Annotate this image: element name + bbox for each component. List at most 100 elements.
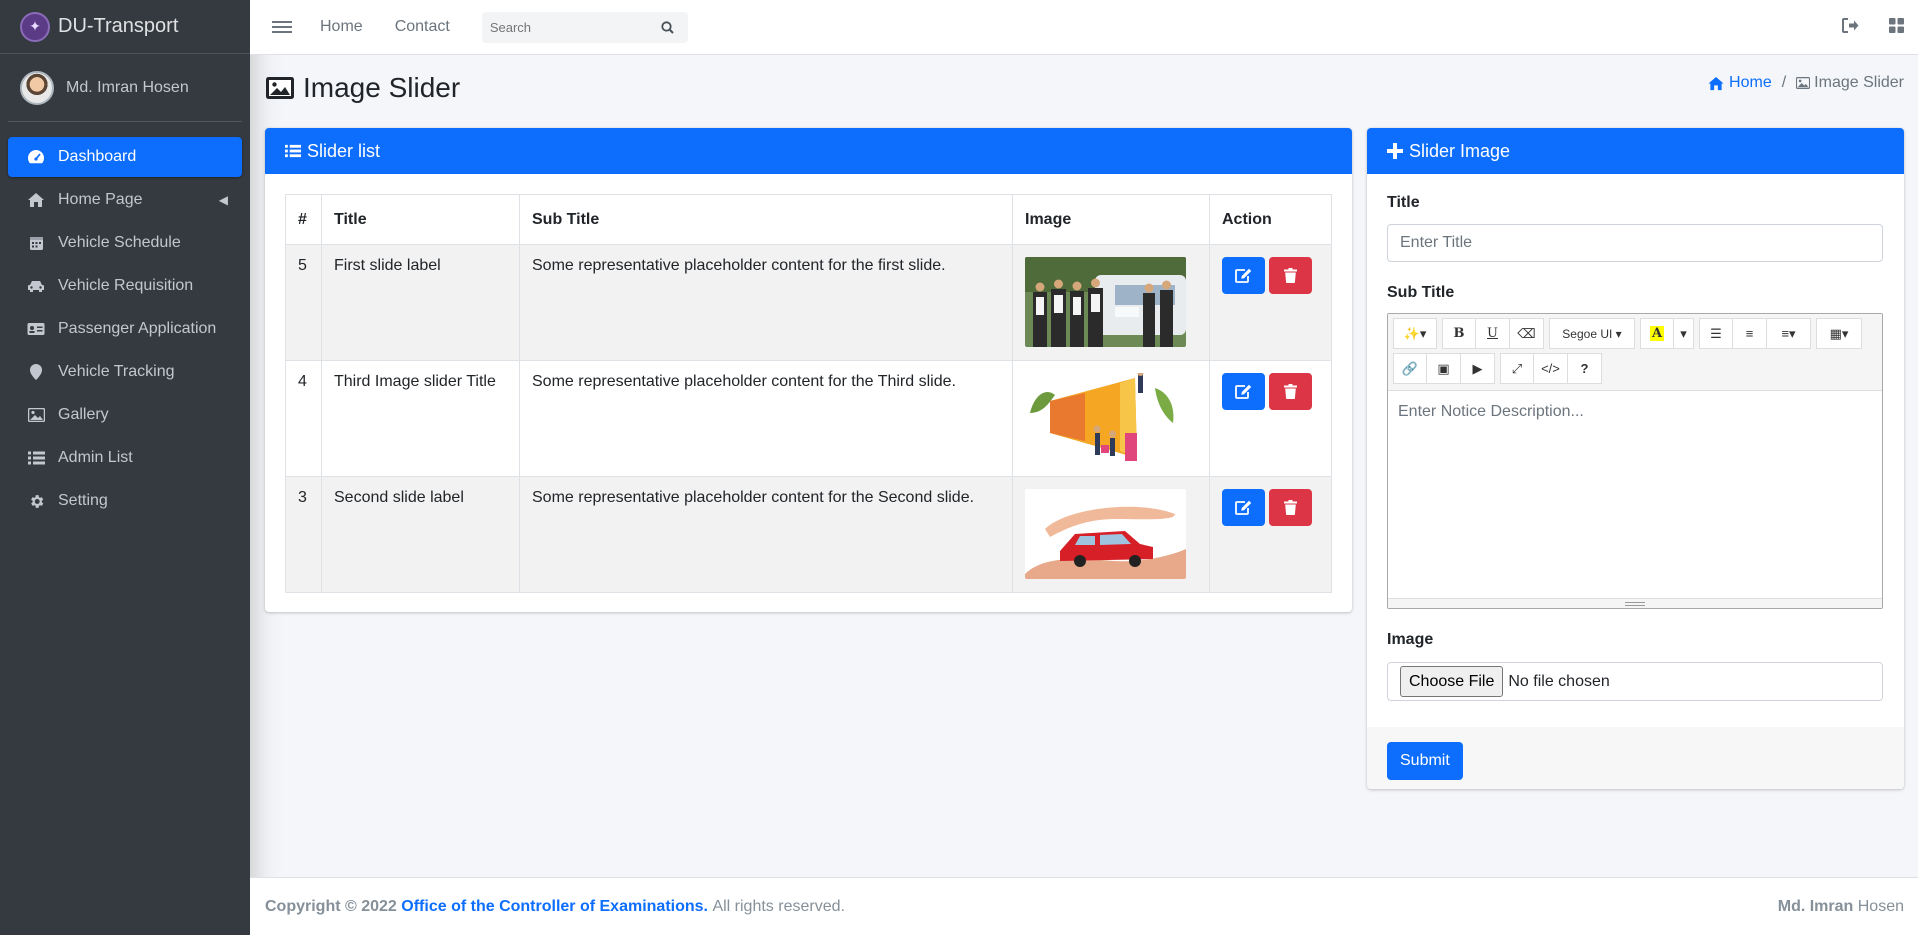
edit-button[interactable]	[1222, 373, 1265, 410]
sidebar-item-vehicle-schedule[interactable]: Vehicle Schedule	[8, 223, 242, 263]
magic-style-icon[interactable]: ✨▾	[1393, 318, 1437, 349]
slider-image-title: Slider Image	[1409, 140, 1511, 161]
file-status: No file chosen	[1508, 672, 1610, 690]
chevron-left-icon: ◀	[218, 193, 228, 207]
submit-button[interactable]: Submit	[1387, 742, 1463, 780]
author-name-rest: Hosen	[1857, 897, 1904, 915]
sidebar-item-label: Dashboard	[58, 148, 137, 165]
search-input[interactable]	[481, 19, 652, 35]
row-title: Third Image slider Title	[321, 360, 520, 477]
bold-button[interactable]: B	[1442, 318, 1476, 349]
code-view-icon[interactable]: </>	[1534, 353, 1568, 384]
title-label: Title	[1387, 194, 1420, 211]
slider-list-title: Slider list	[307, 140, 381, 161]
sidebar-nav: Dashboard Home Page ◀ Vehicle Schedule V…	[0, 122, 250, 521]
search-icon[interactable]	[652, 20, 684, 34]
eraser-icon[interactable]: ⌫	[1510, 318, 1544, 349]
car-icon	[26, 279, 46, 293]
font-family-dropdown[interactable]: Segoe UI ▾	[1549, 318, 1635, 349]
delete-button[interactable]	[1269, 257, 1312, 294]
unordered-list-icon[interactable]: ☰	[1699, 318, 1733, 349]
row-id: 4	[285, 360, 322, 477]
column-header-subtitle: Sub Title	[519, 194, 1013, 245]
user-panel[interactable]: Md. Imran Hosen	[8, 54, 242, 122]
slider-list-header: Slider list	[265, 128, 1352, 174]
editor-content[interactable]: Enter Notice Description...	[1388, 391, 1882, 433]
sidebar-item-label: Home Page	[58, 191, 143, 208]
apps-grid-icon[interactable]	[1889, 18, 1904, 38]
calendar-icon	[26, 235, 46, 251]
sidebar-item-passenger-application[interactable]: Passenger Application	[8, 309, 242, 349]
sidebar: ✦ DU-Transport Md. Imran Hosen Dashboard…	[0, 0, 250, 935]
sidebar-item-label: Vehicle Requisition	[58, 277, 194, 294]
table-row: 3 Second slide label Some representative…	[285, 476, 1332, 593]
sidebar-item-vehicle-requisition[interactable]: Vehicle Requisition	[8, 266, 242, 306]
sidebar-item-dashboard[interactable]: Dashboard	[8, 137, 242, 177]
editor-resize-handle[interactable]	[1388, 598, 1882, 608]
edit-button[interactable]	[1222, 489, 1265, 526]
row-title: First slide label	[321, 244, 520, 361]
delete-button[interactable]	[1269, 489, 1312, 526]
avatar	[20, 70, 54, 105]
menu-toggle-icon[interactable]	[272, 21, 292, 33]
ordered-list-icon[interactable]: ≡	[1733, 318, 1767, 349]
delete-button[interactable]	[1269, 373, 1312, 410]
sidebar-item-setting[interactable]: Setting	[8, 481, 242, 521]
footer-author: Md. Imran Hosen	[1778, 898, 1904, 916]
table-icon[interactable]: ▦▾	[1816, 318, 1862, 349]
link-icon[interactable]: 🔗	[1393, 353, 1427, 384]
home-icon	[1708, 76, 1724, 90]
column-header-action: Action	[1209, 194, 1332, 245]
text-color-button[interactable]: A	[1640, 318, 1674, 349]
help-icon[interactable]: ?	[1568, 353, 1602, 384]
edit-button[interactable]	[1222, 257, 1265, 294]
breadcrumb-home-link[interactable]: Home	[1707, 74, 1772, 92]
slider-table: # Title Sub Title Image Action 5 First s…	[285, 194, 1332, 593]
column-header-title: Title	[321, 194, 520, 245]
nav-home-link[interactable]: Home	[320, 18, 363, 36]
paragraph-align-icon[interactable]: ≡▾	[1767, 318, 1811, 349]
row-image-cell	[1012, 244, 1210, 361]
video-icon[interactable]: ▶	[1461, 353, 1495, 384]
fullscreen-icon[interactable]: ⤢	[1500, 353, 1534, 384]
brand-link[interactable]: ✦ DU-Transport	[0, 0, 250, 54]
image-icon	[266, 77, 294, 99]
user-name: Md. Imran Hosen	[66, 78, 189, 96]
rich-text-editor: ✨▾ B U ⌫ Segoe UI ▾ A ▾ ☰ ≡ ≡▾ ▦▾ 🔗 ▣ ▶ …	[1387, 313, 1883, 609]
choose-file-button[interactable]: Choose File	[1400, 666, 1504, 697]
color-dropdown-icon[interactable]: ▾	[1674, 318, 1694, 349]
image-icon	[1796, 77, 1811, 89]
row-title: Second slide label	[321, 476, 520, 593]
picture-icon[interactable]: ▣	[1427, 353, 1461, 384]
nav-contact-link[interactable]: Contact	[395, 18, 450, 36]
row-id: 5	[285, 244, 322, 361]
edit-icon	[1235, 500, 1252, 515]
sidebar-item-admin-list[interactable]: Admin List	[8, 438, 242, 478]
slider-form: Title Sub Title ✨▾ B U ⌫ Segoe UI ▾ A ▾	[1387, 194, 1884, 701]
edit-icon	[1235, 384, 1252, 399]
slider-image-header: Slider Image	[1367, 128, 1904, 174]
page-title: Image Slider	[265, 72, 460, 104]
sidebar-item-vehicle-tracking[interactable]: Vehicle Tracking	[8, 352, 242, 392]
sidebar-item-label: Admin List	[58, 449, 133, 466]
image-label: Image	[1387, 631, 1434, 648]
dashboard-icon	[26, 149, 46, 165]
slide-thumbnail-people	[1025, 257, 1186, 347]
id-card-icon	[26, 322, 46, 336]
underline-button[interactable]: U	[1476, 318, 1510, 349]
image-file-input[interactable]: Choose File No file chosen	[1387, 662, 1883, 701]
slider-image-form-card: Slider Image Title Sub Title ✨▾ B U ⌫ Se…	[1367, 128, 1904, 789]
logout-icon[interactable]	[1842, 18, 1859, 38]
copyright-text: Copyright © 2022	[265, 897, 397, 915]
org-link[interactable]: Office of the Controller of Examinations…	[401, 898, 708, 916]
slide-thumbnail-car	[1025, 489, 1186, 579]
slider-list-card: Slider list # Title Sub Title Image Acti…	[265, 128, 1352, 612]
row-image-cell	[1012, 476, 1210, 593]
trash-icon	[1284, 384, 1297, 399]
sidebar-item-gallery[interactable]: Gallery	[8, 395, 242, 435]
list-icon	[26, 451, 46, 465]
list-icon	[285, 144, 301, 158]
sidebar-item-home-page[interactable]: Home Page ◀	[8, 180, 242, 220]
title-input[interactable]	[1387, 224, 1883, 262]
row-image-cell	[1012, 360, 1210, 477]
